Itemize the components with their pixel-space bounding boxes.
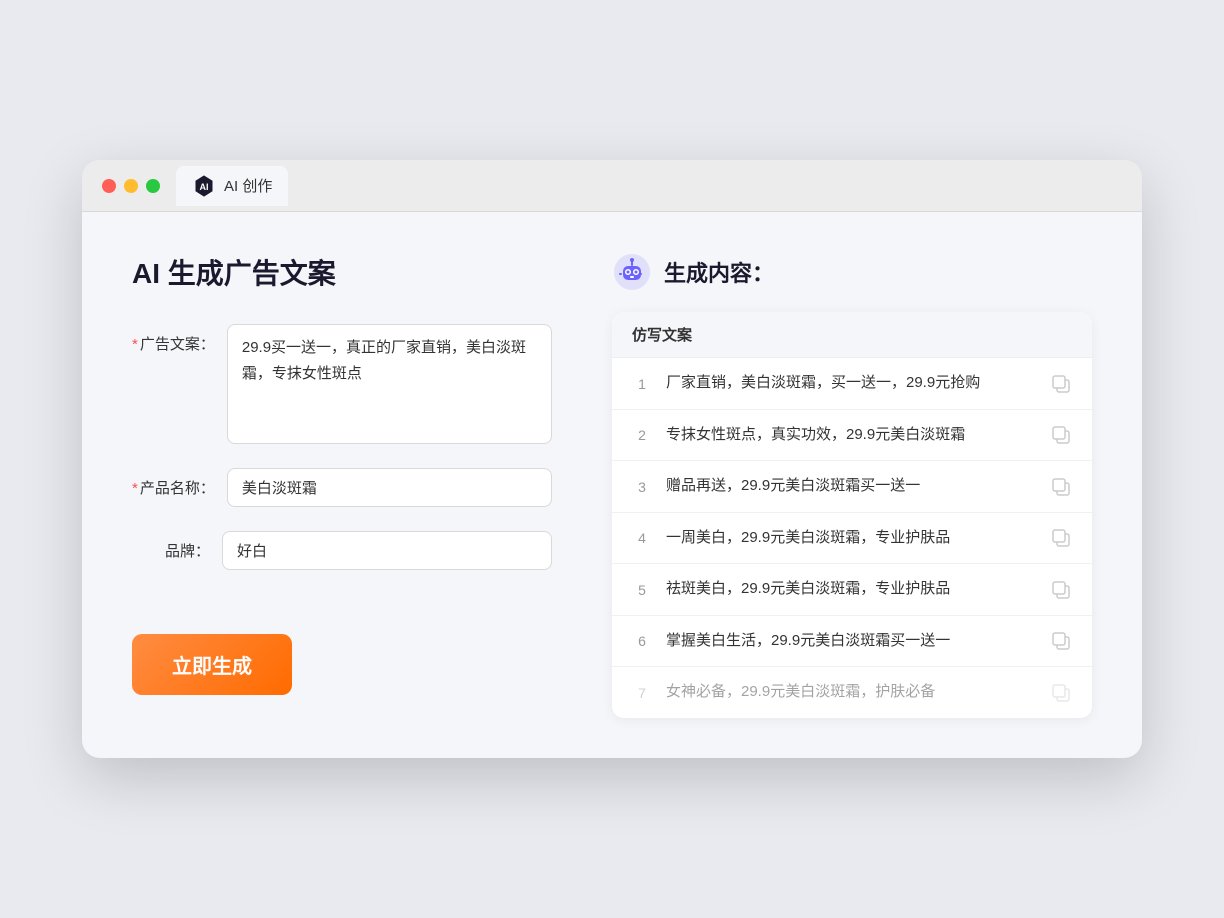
result-row: 4 一周美白，29.9元美白淡斑霜，专业护肤品 (612, 513, 1092, 565)
brand-row: 品牌： (132, 531, 552, 570)
generate-button[interactable]: 立即生成 (132, 634, 292, 695)
btn-wrapper: 立即生成 (132, 594, 552, 695)
result-row: 6 掌握美白生活，29.9元美白淡斑霜买一送一 (612, 616, 1092, 668)
result-num-2: 2 (632, 427, 652, 443)
page-title: AI 生成广告文案 (132, 252, 552, 292)
svg-text:AI: AI (200, 182, 209, 192)
required-star-ad: * (132, 336, 138, 353)
result-text-5: 祛斑美白，29.9元美白淡斑霜，专业护肤品 (666, 578, 1036, 601)
ad-copy-input[interactable] (227, 324, 552, 444)
result-title: 生成内容： (664, 256, 774, 288)
tab-label: AI 创作 (224, 175, 272, 196)
result-num-3: 3 (632, 479, 652, 495)
copy-icon-4[interactable] (1050, 527, 1072, 549)
product-name-label: *产品名称： (132, 468, 227, 501)
result-row: 1 厂家直销，美白淡斑霜，买一送一，29.9元抢购 (612, 358, 1092, 410)
browser-window: AI AI 创作 AI 生成广告文案 *广告文案： *产品名称： (82, 160, 1142, 758)
result-num-4: 4 (632, 530, 652, 546)
copy-icon-7[interactable] (1050, 682, 1072, 704)
result-header: 生成内容： (612, 252, 1092, 292)
result-text-6: 掌握美白生活，29.9元美白淡斑霜买一送一 (666, 630, 1036, 653)
result-row-faded: 7 女神必备，29.9元美白淡斑霜，护肤必备 (612, 667, 1092, 718)
copy-icon-5[interactable] (1050, 579, 1072, 601)
ad-copy-label: *广告文案： (132, 324, 227, 357)
traffic-lights (102, 179, 160, 193)
close-button[interactable] (102, 179, 116, 193)
copy-icon-3[interactable] (1050, 476, 1072, 498)
result-text-7: 女神必备，29.9元美白淡斑霜，护肤必备 (666, 681, 1036, 704)
ad-copy-row: *广告文案： (132, 324, 552, 444)
brand-label: 品牌： (132, 531, 222, 564)
result-text-4: 一周美白，29.9元美白淡斑霜，专业护肤品 (666, 527, 1036, 550)
result-table: 仿写文案 1 厂家直销，美白淡斑霜，买一送一，29.9元抢购 2 专抹女性斑点，… (612, 312, 1092, 718)
tab-ai-creation[interactable]: AI AI 创作 (176, 166, 288, 206)
maximize-button[interactable] (146, 179, 160, 193)
minimize-button[interactable] (124, 179, 138, 193)
result-num-7: 7 (632, 685, 652, 701)
result-text-3: 赠品再送，29.9元美白淡斑霜买一送一 (666, 475, 1036, 498)
right-panel: 生成内容： 仿写文案 1 厂家直销，美白淡斑霜，买一送一，29.9元抢购 2 专… (612, 252, 1092, 718)
main-content: AI 生成广告文案 *广告文案： *产品名称： 品牌： (82, 212, 1142, 758)
ai-hex-icon: AI (192, 174, 216, 198)
required-star-product: * (132, 480, 138, 497)
result-num-1: 1 (632, 376, 652, 392)
result-text-2: 专抹女性斑点，真实功效，29.9元美白淡斑霜 (666, 424, 1036, 447)
left-panel: AI 生成广告文案 *广告文案： *产品名称： 品牌： (132, 252, 552, 718)
result-table-header: 仿写文案 (612, 312, 1092, 358)
copy-icon-6[interactable] (1050, 630, 1072, 652)
result-text-1: 厂家直销，美白淡斑霜，买一送一，29.9元抢购 (666, 372, 1036, 395)
product-name-input[interactable] (227, 468, 552, 507)
result-num-5: 5 (632, 582, 652, 598)
result-num-6: 6 (632, 633, 652, 649)
product-name-row: *产品名称： (132, 468, 552, 507)
robot-icon (612, 252, 652, 292)
result-row: 3 赠品再送，29.9元美白淡斑霜买一送一 (612, 461, 1092, 513)
copy-icon-2[interactable] (1050, 424, 1072, 446)
brand-input[interactable] (222, 531, 552, 570)
titlebar: AI AI 创作 (82, 160, 1142, 212)
result-row: 2 专抹女性斑点，真实功效，29.9元美白淡斑霜 (612, 410, 1092, 462)
copy-icon-1[interactable] (1050, 373, 1072, 395)
result-row: 5 祛斑美白，29.9元美白淡斑霜，专业护肤品 (612, 564, 1092, 616)
